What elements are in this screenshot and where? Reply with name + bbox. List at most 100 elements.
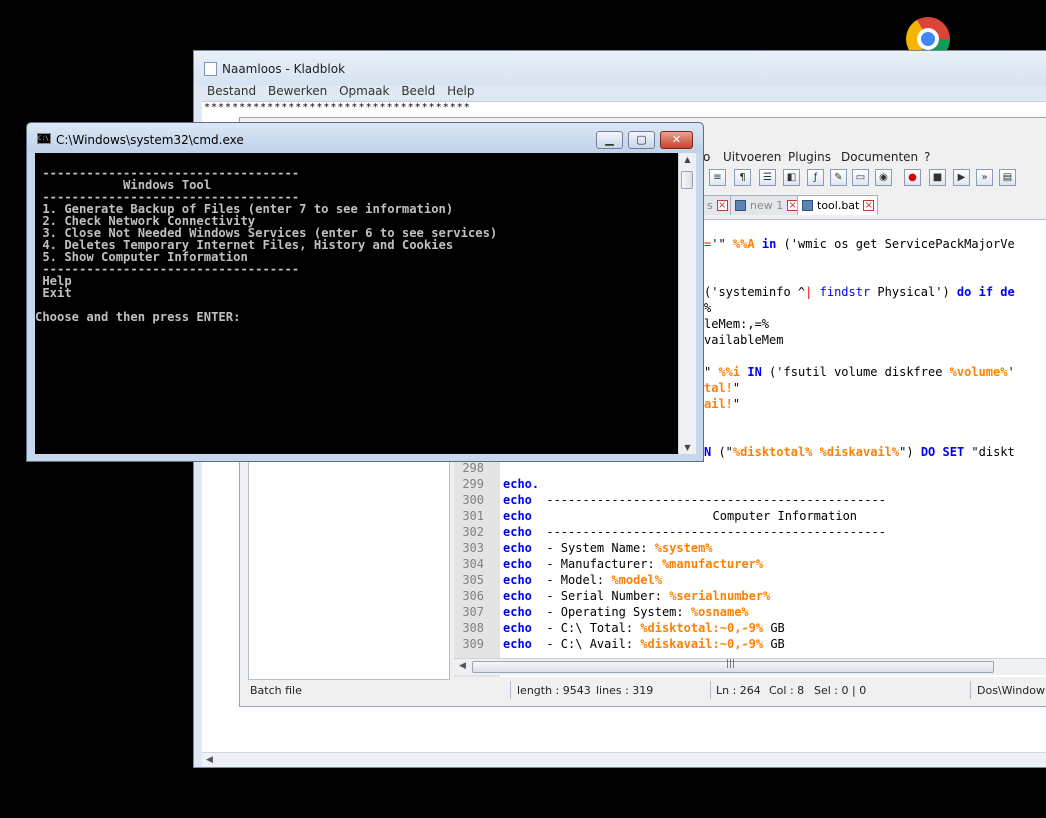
maximize-icon: ▢ [636,133,647,146]
menu-help[interactable]: Help [447,82,474,100]
npp-menu-uitvoeren[interactable]: Uitvoeren [723,150,781,164]
scrollbar-thumb[interactable] [681,171,693,189]
tab-partial[interactable]: s × [701,195,732,215]
status-eol: Dos\Window [977,684,1046,697]
scroll-down-icon[interactable]: ▼ [679,443,696,452]
minimize-button[interactable]: ▁ [596,131,623,149]
code-line: N ("%disktotal% %diskavail%") DO SET "di… [704,445,1015,459]
npp-horizontal-scrollbar[interactable]: ◀ ||| [454,658,1046,675]
line-number: 309 [462,637,484,651]
code-line: echo - C:\ Total: %disktotal:~0,-9% GB [503,621,785,635]
line-number: 308 [462,621,484,635]
close-icon: ✕ [671,133,682,146]
line-number: 306 [462,589,484,603]
code-line: ('systeminfo ^| findstr Physical') do if… [704,285,1015,299]
menu-bestand[interactable]: Bestand [207,82,256,100]
cmd-titlebar[interactable]: C:\ C:\Windows\system32\cmd.exe ▁ ▢ ✕ [27,123,703,153]
scroll-grip-icon: ||| [726,659,736,669]
console-line: ----------------------------------- [35,262,300,276]
code-line: echo - Model: %model% [503,573,662,587]
line-number: 300 [462,493,484,507]
code-line: vailableMem [704,333,784,347]
notepad-app-icon [204,62,217,76]
cmd-window: C:\ C:\Windows\system32\cmd.exe ▁ ▢ ✕ --… [26,122,704,462]
line-number: 304 [462,557,484,571]
scroll-left-icon[interactable]: ◀ [459,661,466,671]
record-macro-icon[interactable]: ● [904,169,921,186]
menu-opmaak[interactable]: Opmaak [339,82,389,100]
maximize-button[interactable]: ▢ [628,131,655,149]
line-number: 298 [462,461,484,475]
code-line: echo -----------------------------------… [503,525,886,539]
edit-icon[interactable]: ✎ [830,169,847,186]
tab-label: s [707,199,713,212]
npp-menu-plugins[interactable]: Plugins [788,150,831,164]
code-line: tal!" [704,381,741,395]
console-screen[interactable]: ----------------------------------- Wind… [35,153,678,454]
scroll-up-icon[interactable]: ▲ [679,155,696,164]
code-line: echo - System Name: %system% [503,541,713,555]
cmd-title: C:\Windows\system32\cmd.exe [56,133,244,147]
status-sel: Sel : 0 | 0 [814,684,867,697]
tab-label: new 1 [750,199,784,212]
notepad-horizontal-scrollbar[interactable]: ◀ [202,752,1046,767]
function-list-icon[interactable]: ƒ [807,169,824,186]
stop-macro-icon[interactable]: ■ [929,169,946,186]
tab-new-1[interactable]: new 1 × [730,195,803,215]
line-number: 302 [462,525,484,539]
cmd-app-icon: C:\ [37,133,51,144]
npp-menu-documenten[interactable]: Documenten [841,150,918,164]
console-line: Exit [35,286,72,300]
status-col: Col : 8 [769,684,805,697]
close-button[interactable]: ✕ [660,131,693,149]
line-number: 299 [462,477,484,491]
line-number: 301 [462,509,484,523]
status-file-type: Batch file [250,684,302,697]
console-prompt: Choose and then press ENTER: [35,310,241,324]
wrap-icon[interactable]: ≡ [709,169,726,186]
folder-icon[interactable]: ▭ [852,169,869,186]
close-tab-icon[interactable]: × [863,200,875,211]
doc-map-icon[interactable]: ◧ [783,169,800,186]
scroll-left-icon[interactable]: ◀ [206,753,213,767]
notepad-menubar: Bestand Bewerken Opmaak Beeld Help [194,82,1046,100]
cmd-vertical-scrollbar[interactable]: ▲ ▼ [678,153,696,454]
close-tab-icon[interactable]: × [716,200,728,211]
save-macro-icon[interactable]: ▤ [999,169,1016,186]
notepad-text: ************************************** [204,102,471,113]
show-symbols-icon[interactable]: ¶ [734,169,751,186]
code-line: echo Computer Information [503,509,858,523]
npp-menu-help[interactable]: ? [924,150,930,164]
npp-menu-partial[interactable]: o [703,150,710,164]
menu-bewerken[interactable]: Bewerken [268,82,327,100]
notepad-titlebar[interactable]: Naamloos - Kladblok [194,51,1046,85]
file-icon [735,200,746,211]
monitor-icon[interactable]: ◉ [875,169,892,186]
code-line: echo -----------------------------------… [503,493,886,507]
file-icon [802,200,813,211]
line-number: 305 [462,573,484,587]
code-line: ='" %%A in ('wmic os get ServicePackMajo… [704,237,1015,251]
code-line: echo - C:\ Avail: %diskavail:~0,-9% GB [503,637,785,651]
code-line: " %%i IN ('fsutil volume diskfree %volum… [704,365,1015,379]
code-line: ail!" [704,397,741,411]
play-macro-icon[interactable]: ▶ [953,169,970,186]
code-line: echo. [503,477,540,491]
code-line: % [704,301,712,315]
code-line: leMem:,=% [704,317,770,331]
minimize-icon: ▁ [605,133,614,146]
notepad-title: Naamloos - Kladblok [222,62,346,76]
tab-label: tool.bat [817,199,860,212]
tab-tool-bat[interactable]: tool.bat × [797,195,879,215]
status-lines: lines : 319 [596,684,654,697]
status-line: Ln : 264 [716,684,761,697]
npp-statusbar: Batch file length : 9543 lines : 319 Ln … [240,679,1046,701]
line-number: 307 [462,605,484,619]
indent-guide-icon[interactable]: ☰ [759,169,776,186]
line-number: 303 [462,541,484,555]
run-multiple-macro-icon[interactable]: » [976,169,993,186]
code-line: echo - Operating System: %osname% [503,605,749,619]
menu-beeld[interactable]: Beeld [401,82,435,100]
status-length: length : 9543 [517,684,591,697]
code-line: echo - Manufacturer: %manufacturer% [503,557,764,571]
